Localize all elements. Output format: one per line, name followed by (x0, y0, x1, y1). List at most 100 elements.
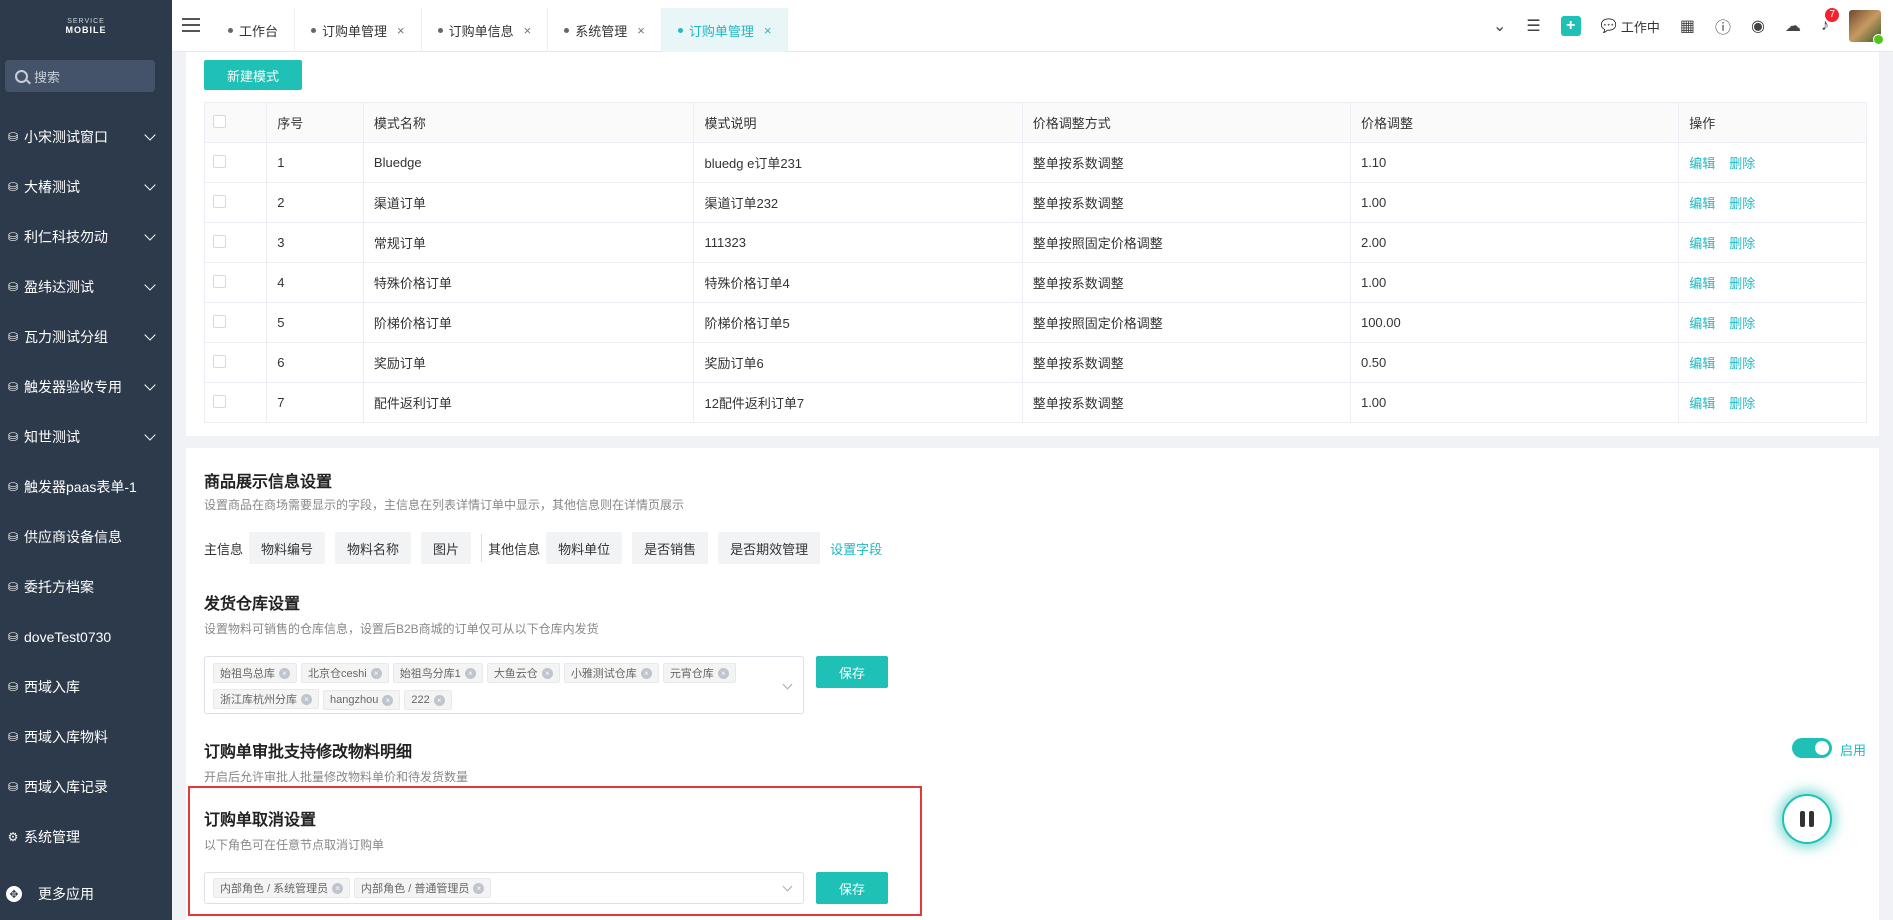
row-checkbox-cell[interactable] (203, 182, 268, 223)
pause-float-button[interactable] (1782, 794, 1832, 844)
sidebar-item[interactable]: ⛁ 知世测试 (0, 412, 172, 462)
app-logo[interactable]: SERVICE MOBILE (0, 0, 172, 52)
row-checkbox[interactable] (213, 354, 226, 368)
sidebar-item[interactable]: ⚙ 系统管理 (0, 812, 172, 862)
row-checkbox-cell[interactable] (203, 302, 268, 343)
sidebar-item[interactable]: ⛁ 触发器paas表单-1 (0, 462, 172, 512)
row-checkbox-cell[interactable] (203, 342, 268, 383)
row-checkbox[interactable] (213, 394, 226, 408)
edit-link[interactable]: 编辑 (1689, 396, 1715, 411)
more-apps-button[interactable]: ✥ 更多应用 (0, 868, 172, 920)
sidebar-item[interactable]: ⛁ 西域入库记录 (0, 762, 172, 812)
edit-link[interactable]: 编辑 (1689, 276, 1715, 291)
tag-close-icon[interactable]: × (301, 693, 312, 705)
sidebar-item[interactable]: ⛁ 大椿测试 (0, 162, 172, 212)
sidebar-item[interactable]: ⛁ doveTest0730 (0, 612, 172, 662)
warehouse-save-button[interactable]: 保存 (816, 656, 888, 688)
sidebar-item[interactable]: ⛁ 小宋测试窗口 (0, 112, 172, 162)
calendar-icon[interactable]: ▦ (1680, 16, 1695, 36)
row-checkbox[interactable] (213, 234, 226, 248)
search-input[interactable]: 搜索 (5, 60, 155, 92)
sidebar-item[interactable]: ⛁ 西域入库物料 (0, 712, 172, 762)
tab[interactable]: 系统管理 × (548, 8, 662, 52)
tab[interactable]: 工作台 (212, 8, 296, 52)
approval-title: 订购单审批支持修改物料明细 (204, 744, 413, 761)
new-mode-button[interactable]: 新建模式 (204, 60, 302, 90)
main-field-chip[interactable]: 物料编号 (249, 532, 326, 564)
list-menu-icon[interactable]: ☰ (1526, 16, 1540, 36)
bell-icon[interactable]: ♪ 7 (1821, 8, 1839, 35)
tab[interactable]: 订购单管理 × (295, 8, 422, 52)
sidebar-item[interactable]: ⛁ 供应商设备信息 (0, 512, 172, 562)
tag-close-icon[interactable]: × (332, 882, 344, 894)
main-field-chip[interactable]: 物料名称 (335, 532, 412, 564)
set-fields-link[interactable]: 设置字段 (830, 539, 882, 558)
table-cell: 整单按系数调整 (1021, 142, 1351, 183)
approval-toggle[interactable] (1792, 738, 1832, 758)
row-checkbox-cell[interactable] (203, 382, 268, 423)
tag-close-icon[interactable]: × (473, 882, 485, 894)
row-checkbox[interactable] (213, 314, 226, 328)
delete-link[interactable]: 删除 (1729, 236, 1755, 251)
row-checkbox[interactable] (213, 274, 226, 288)
other-field-chip[interactable]: 物料单位 (546, 532, 623, 564)
close-icon[interactable]: × (637, 23, 645, 38)
other-field-chip[interactable]: 是否销售 (632, 532, 709, 564)
table-cell: 1 (266, 142, 364, 183)
edit-link[interactable]: 编辑 (1689, 316, 1715, 331)
edit-link[interactable]: 编辑 (1689, 196, 1715, 211)
delete-link[interactable]: 删除 (1729, 316, 1755, 331)
table-cell: 100.00 (1349, 302, 1680, 343)
menu-toggle-icon[interactable] (182, 18, 200, 32)
tab[interactable]: 订购单信息 × (422, 8, 549, 52)
tag-close-icon[interactable]: × (464, 667, 476, 679)
avatar[interactable] (1849, 10, 1884, 45)
skin-icon[interactable]: ◉ (1751, 16, 1765, 36)
search-icon (15, 69, 28, 83)
cancel-role-select[interactable]: 内部角色 / 系统管理员 × 内部角色 / 普通管理员 × (204, 872, 804, 904)
delete-link[interactable]: 删除 (1729, 276, 1755, 291)
sidebar-item[interactable]: ⛁ 西域入库 (0, 662, 172, 712)
tag-close-icon[interactable]: × (640, 667, 652, 679)
sidebar-item[interactable]: ⛁ 委托方档案 (0, 562, 172, 612)
delete-link[interactable]: 删除 (1729, 196, 1755, 211)
help-icon[interactable]: ⓘ (1715, 14, 1731, 38)
sidebar-item[interactable]: ⛁ 利仁科技勿动 (0, 212, 172, 262)
main-field-chip[interactable]: 图片 (421, 532, 472, 564)
chevron-down-icon (144, 179, 156, 191)
delete-link[interactable]: 删除 (1729, 156, 1755, 171)
edit-link[interactable]: 编辑 (1689, 236, 1715, 251)
tag-close-icon[interactable]: × (370, 667, 382, 679)
sidebar-item[interactable]: ⛁ 触发器验收专用 (0, 362, 172, 412)
tab[interactable]: 订购单管理 × (661, 8, 789, 52)
row-checkbox-cell[interactable] (203, 222, 268, 263)
row-checkbox-cell[interactable] (203, 142, 268, 183)
row-checkbox[interactable] (213, 154, 226, 168)
table-cell: 3 (266, 222, 364, 263)
tag-close-icon[interactable]: × (717, 667, 729, 679)
close-icon[interactable]: × (397, 23, 405, 38)
sidebar-item[interactable]: ⛁ 瓦力测试分组 (0, 312, 172, 362)
close-icon[interactable]: × (764, 23, 772, 38)
select-all-checkbox-cell[interactable] (203, 102, 268, 143)
add-icon[interactable]: + (1560, 16, 1581, 36)
edit-link[interactable]: 编辑 (1689, 356, 1715, 371)
other-field-chip[interactable]: 是否期效管理 (718, 532, 821, 564)
sidebar-item[interactable]: ⛁ 盈纬达测试 (0, 262, 172, 312)
tag-close-icon[interactable]: × (541, 667, 553, 679)
working-status[interactable]: 💬 工作中 (1601, 17, 1660, 36)
cloud-upload-icon[interactable]: ☁ (1785, 16, 1801, 36)
close-icon[interactable]: × (524, 23, 532, 38)
cancel-save-button[interactable]: 保存 (816, 872, 888, 904)
tag-close-icon[interactable]: × (382, 694, 394, 706)
tag-close-icon[interactable]: × (279, 667, 290, 679)
delete-link[interactable]: 删除 (1729, 356, 1755, 371)
delete-link[interactable]: 删除 (1729, 396, 1755, 411)
select-all-checkbox[interactable] (213, 114, 226, 128)
warehouse-select[interactable]: 始祖鸟总库 × 北京仓ceshi × 始祖鸟分库1 × 大鱼云仓 × 小雅测试仓库 × 元宵仓库 × 浙… (204, 656, 804, 714)
tag-close-icon[interactable]: × (433, 694, 445, 706)
row-checkbox-cell[interactable] (203, 262, 268, 303)
row-checkbox[interactable] (213, 194, 226, 208)
chevron-down-icon[interactable]: ⌄ (1493, 16, 1506, 36)
edit-link[interactable]: 编辑 (1689, 156, 1715, 171)
